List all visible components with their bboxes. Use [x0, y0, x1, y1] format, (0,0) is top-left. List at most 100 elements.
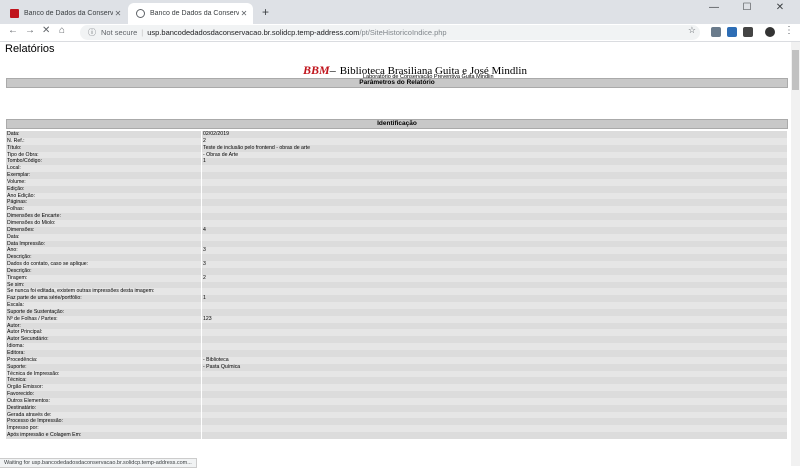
row-value — [202, 350, 787, 357]
row-label: Suporte de Sustentação: — [6, 308, 202, 316]
row-label: Após impressão e Colagem Em: — [6, 432, 202, 439]
row-value: 1 — [202, 295, 787, 303]
table-row: Edição: — [6, 185, 787, 193]
table-row: Tipo de Obra: - Obras de Arte — [6, 151, 787, 159]
row-value: 2 — [202, 137, 787, 145]
profile-avatar[interactable] — [765, 27, 775, 37]
table-row: Favorecido: — [6, 391, 787, 398]
table-row: Páginas: — [6, 199, 787, 207]
maximize-icon[interactable]: ☐ — [733, 2, 761, 13]
close-window-icon[interactable]: ✕ — [766, 2, 794, 13]
table-row: Descrição: — [6, 254, 787, 262]
row-value: 1 — [202, 158, 787, 166]
page-content: Relatórios BBM– Biblioteca Brasiliana Gu… — [0, 42, 791, 466]
table-row: Folhas: — [6, 206, 787, 214]
table-row: Tiragem: 2 — [6, 274, 787, 282]
tab-active[interactable]: Banco de Dados da Conservação ✕ — [128, 3, 253, 24]
row-value: 2 — [202, 274, 787, 282]
row-value — [202, 432, 787, 439]
table-row: Nº de Folhas / Partes: 123 — [6, 315, 787, 323]
row-label: Edição: — [6, 185, 202, 193]
table-row: Título: Teste de inclusão pelo frontend -… — [6, 144, 787, 152]
row-label: Dimensões: — [6, 226, 202, 234]
minimize-icon[interactable]: — — [700, 2, 728, 13]
extension-icon[interactable] — [711, 27, 721, 37]
row-value — [202, 377, 787, 385]
row-value: 3 — [202, 247, 787, 255]
extension-icon[interactable] — [743, 27, 753, 37]
table-row: Procedência: - Biblioteca — [6, 356, 787, 364]
row-value — [202, 336, 787, 344]
home-icon[interactable]: ⌂ — [59, 25, 65, 36]
close-tab-icon[interactable]: ✕ — [113, 9, 123, 18]
loading-icon — [136, 9, 145, 18]
row-label: Editora: — [6, 350, 202, 357]
table-row: Idioma: — [6, 343, 787, 350]
row-value — [202, 418, 787, 426]
row-label: Dimensões de Encarte: — [6, 213, 202, 220]
row-value: - Biblioteca — [202, 356, 787, 364]
url-host: usp.bancodedadosdaconservacao.br.solidcp… — [147, 28, 360, 37]
browser-toolbar: ← → ✕ ⌂ ⓘ Not secure | usp.bancodedadosd… — [0, 24, 800, 42]
row-label: Volume: — [6, 178, 202, 186]
address-bar[interactable]: ⓘ Not secure | usp.bancodedadosdaconserv… — [80, 25, 700, 40]
row-label: Descrição: — [6, 254, 202, 262]
table-row: Se nunca foi editada, existem outras imp… — [6, 288, 787, 296]
row-value: Teste de inclusão pelo frontend - obras … — [202, 144, 787, 152]
table-row: Órgão Emissor: — [6, 384, 787, 392]
row-value — [202, 288, 787, 296]
row-label: Se nunca foi editada, existem outras imp… — [6, 288, 202, 296]
row-label: Ano: — [6, 247, 202, 255]
new-tab-icon[interactable]: + — [262, 5, 269, 19]
row-label: Folhas: — [6, 206, 202, 214]
row-label: Tombo/Código: — [6, 158, 202, 166]
row-label: Data: — [6, 131, 202, 138]
table-row: Faz parte de uma série/portfólio: 1 — [6, 295, 787, 303]
row-label: Destinatário: — [6, 404, 202, 412]
back-icon[interactable]: ← — [8, 25, 18, 36]
scrollbar-thumb[interactable] — [792, 50, 799, 90]
menu-icon[interactable]: ⋮ — [784, 25, 794, 36]
row-value: - Obras de Arte — [202, 151, 787, 159]
row-label: Páginas: — [6, 199, 202, 207]
row-value — [202, 391, 787, 398]
table-row: Suporte: - Pasta Química — [6, 363, 787, 371]
row-label: Tiragem: — [6, 274, 202, 282]
row-value: 123 — [202, 315, 787, 323]
page-title: Relatórios — [5, 43, 55, 55]
table-row: Exemplar: — [6, 172, 787, 179]
table-row: Local: — [6, 165, 787, 173]
row-label: Idioma: — [6, 343, 202, 350]
row-value — [202, 233, 787, 241]
table-row: Tombo/Código: 1 — [6, 158, 787, 166]
table-row: Gerada através de: — [6, 411, 787, 419]
row-label: Suporte: — [6, 363, 202, 371]
bookmark-star-icon[interactable]: ☆ — [688, 25, 696, 36]
table-row: Outros Elementos: — [6, 397, 787, 405]
info-icon[interactable]: ⓘ — [88, 27, 96, 38]
extension-icon[interactable] — [727, 27, 737, 37]
row-label: Técnica de Impressão: — [6, 370, 202, 378]
row-value — [202, 370, 787, 378]
table-row: Dimensões: 4 — [6, 226, 787, 234]
forward-icon[interactable]: → — [25, 25, 35, 36]
table-row: Dimensões do Miolo: — [6, 219, 787, 227]
row-label: Autor: — [6, 322, 202, 330]
row-label: Autor Principal: — [6, 329, 202, 337]
site-favicon-icon — [10, 9, 19, 18]
close-tab-icon[interactable]: ✕ — [239, 9, 249, 18]
tab-inactive[interactable]: Banco de Dados da Conservação ✕ — [2, 3, 127, 24]
row-value — [202, 240, 787, 248]
status-bar: Waiting for usp.bancodedadosdaconservaca… — [0, 458, 197, 468]
stop-icon[interactable]: ✕ — [42, 25, 50, 36]
row-value — [202, 411, 787, 419]
not-secure-label: Not secure — [101, 28, 138, 37]
row-label: Autor Secundário: — [6, 336, 202, 344]
row-value — [202, 267, 787, 275]
row-value — [202, 219, 787, 227]
row-value — [202, 302, 787, 309]
row-value: 3 — [202, 261, 787, 268]
scrollbar[interactable] — [791, 42, 800, 466]
table-row: Dimensões de Encarte: — [6, 213, 787, 220]
table-row: Destinatário: — [6, 404, 787, 412]
